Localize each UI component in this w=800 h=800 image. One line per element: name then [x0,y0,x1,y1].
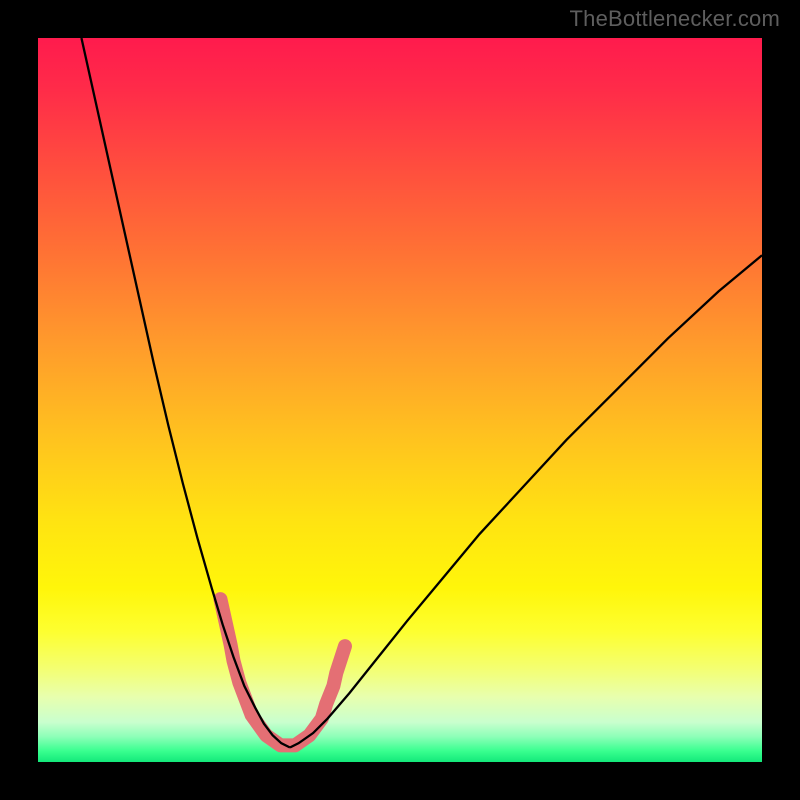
watermark-text: TheBottlenecker.com [570,6,780,32]
chart-svg [38,38,762,762]
plot-background [38,38,762,762]
plot-area [38,38,762,762]
chart-frame: TheBottlenecker.com [0,0,800,800]
